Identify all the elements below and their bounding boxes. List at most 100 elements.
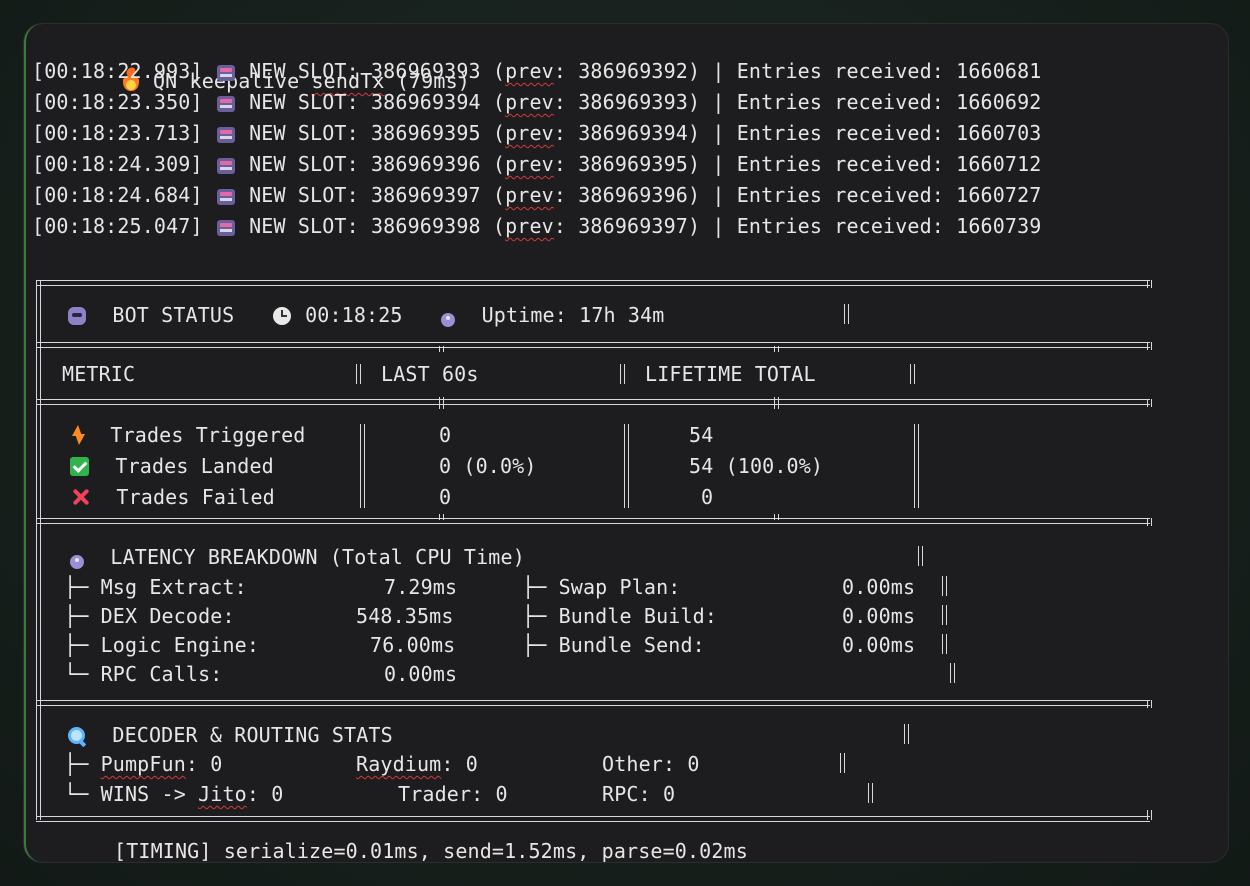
column-bar — [624, 424, 629, 508]
slot-machine-icon — [216, 158, 235, 174]
prev-word: prev — [505, 121, 554, 145]
latency-title: LATENCY BREAKDOWN (Total CPU Time) — [110, 545, 525, 569]
latency-value: 0.00ms — [842, 575, 916, 599]
latency-label: ├─ Logic Engine: — [64, 633, 260, 657]
prev-word: prev — [505, 90, 554, 114]
latency-label: ├─ Swap Plan: — [522, 575, 681, 599]
rpc-stat: RPC: 0 — [602, 782, 676, 806]
latency-label: ├─ Bundle Build: — [522, 604, 718, 628]
metric-lifetime-value: 54 (100.0%) — [689, 454, 824, 478]
metric-header: METRIC — [62, 362, 136, 386]
latency-label: ├─ DEX Decode: — [64, 604, 235, 628]
slot-line: [00:18:23.713] NEW SLOT: 386969395 (prev… — [32, 118, 1042, 148]
row-end-bar — [868, 783, 873, 803]
slot-time: [00:18:23.350] — [32, 90, 203, 114]
column-bar — [914, 424, 919, 508]
pumpfun-value: : 0 — [185, 752, 223, 776]
magnifier-icon — [68, 727, 86, 745]
column-bar — [356, 364, 361, 384]
slot-rest: : 386969392) | Entries received: 1660681 — [553, 59, 1042, 83]
box-top-border — [36, 280, 1150, 286]
decoder-row-sources: ├─ PumpFun: 0 — [64, 749, 223, 779]
slot-line: [00:18:24.309] NEW SLOT: 386969396 (prev… — [32, 149, 1042, 179]
latency-label: ├─ Msg Extract: — [64, 575, 247, 599]
jito-value: : 0 — [246, 782, 284, 806]
row-end-bar — [840, 753, 845, 773]
column-bar — [620, 364, 625, 384]
lifetime-header: LIFETIME TOTAL — [645, 362, 816, 386]
latency-value: 0.00ms — [384, 662, 458, 686]
row-end-bar — [942, 605, 947, 625]
latency-label: └─ RPC Calls: — [64, 662, 223, 686]
raydium-label: Raydium — [356, 752, 442, 776]
slot-time: [00:18:23.713] — [32, 121, 203, 145]
slot-rest: : 386969396) | Entries received: 1660727 — [553, 183, 1042, 207]
box-divider — [36, 342, 1150, 348]
last60-header: LAST 60s — [381, 362, 479, 386]
box-bottom-border — [36, 816, 1150, 822]
metric-name: Trades Failed — [116, 485, 275, 509]
slot-rest: : 386969395) | Entries received: 1660712 — [553, 152, 1042, 176]
terminal-window[interactable]: QN keepalive sendTx (79ms) [00:18:22.993… — [24, 24, 1228, 862]
slot-label: NEW SLOT: 386969394 ( — [236, 90, 506, 114]
metric-row-triggered: Trades Triggered — [68, 420, 305, 450]
slot-label: NEW SLOT: 386969397 ( — [236, 183, 506, 207]
timing-line: [TIMING] serialize=0.01ms, send=1.52ms, … — [114, 839, 748, 862]
decoder-title-row: DECODER & ROUTING STATS — [66, 720, 393, 750]
latency-value: 548.35ms — [356, 604, 454, 628]
slot-time: [00:18:22.993] — [32, 59, 203, 83]
box-left-border — [36, 280, 41, 820]
pumpfun-label: PumpFun — [100, 752, 186, 776]
slot-machine-icon — [216, 65, 235, 81]
bolt-icon — [70, 425, 85, 445]
junction-tick — [774, 514, 779, 520]
metric-row-failed: Trades Failed — [68, 482, 275, 512]
trader-stat: Trader: 0 — [398, 782, 508, 806]
slot-machine-icon — [216, 220, 235, 236]
raydium-value: : 0 — [441, 752, 478, 776]
slot-machine-icon — [216, 96, 235, 112]
slot-machine-icon — [216, 127, 235, 143]
prev-word: prev — [505, 183, 554, 207]
slot-label: NEW SLOT: 386969398 ( — [236, 214, 506, 238]
box-right-edge — [1147, 700, 1152, 708]
latency-value: 0.00ms — [842, 604, 916, 628]
status-uptime: Uptime: 17h 34m — [481, 303, 665, 327]
slot-line: [00:18:25.047] NEW SLOT: 386969398 (prev… — [32, 211, 1042, 241]
prev-word: prev — [505, 152, 554, 176]
metric-lifetime-value: 0 — [701, 485, 714, 509]
tree-branch: ├─ — [64, 752, 101, 776]
status-clock: 00:18:25 — [305, 303, 403, 327]
box-right-edge — [1147, 399, 1152, 407]
slot-line: [00:18:24.684] NEW SLOT: 386969397 (prev… — [32, 180, 1042, 210]
metric-name: Trades Landed — [115, 454, 274, 478]
metric-last-value: 0 — [439, 485, 452, 509]
row-end-bar — [942, 634, 947, 654]
latency-title-row: LATENCY BREAKDOWN (Total CPU Time) — [68, 542, 525, 572]
junction-tick — [774, 403, 779, 409]
slot-label: NEW SLOT: 386969396 ( — [236, 152, 506, 176]
box-divider — [36, 399, 1150, 405]
row-end-bar — [918, 546, 923, 566]
prev-word: prev — [505, 59, 554, 83]
metric-lifetime-value: 54 — [689, 423, 714, 447]
slot-rest: : 386969397) | Entries received: 1660739 — [553, 214, 1042, 238]
slot-line: [00:18:23.350] NEW SLOT: 386969394 (prev… — [32, 87, 1042, 117]
slot-label: NEW SLOT: 386969395 ( — [236, 121, 506, 145]
slot-rest: : 386969394) | Entries received: 1660703 — [553, 121, 1042, 145]
raydium-stat: Raydium: 0 — [356, 749, 478, 779]
metric-last-value: 0 (0.0%) — [439, 454, 537, 478]
slot-rest: : 386969393) | Entries received: 1660692 — [553, 90, 1042, 114]
status-title: BOT STATUS — [112, 303, 235, 327]
other-stat: Other: 0 — [602, 752, 700, 776]
slot-machine-icon — [216, 189, 235, 205]
slot-label: NEW SLOT: 386969393 ( — [236, 59, 506, 83]
box-divider — [36, 700, 1150, 706]
row-end-bar — [950, 663, 955, 683]
status-row: BOT STATUS 00:18:25 Uptime: 17h 34m — [66, 300, 664, 330]
box-right-edge — [1147, 810, 1152, 820]
decoder-row-wins: └─ WINS -> Jito: 0 — [64, 779, 283, 809]
box-right-edge — [1147, 280, 1152, 288]
prev-word: prev — [505, 214, 554, 238]
junction-tick — [774, 346, 779, 352]
